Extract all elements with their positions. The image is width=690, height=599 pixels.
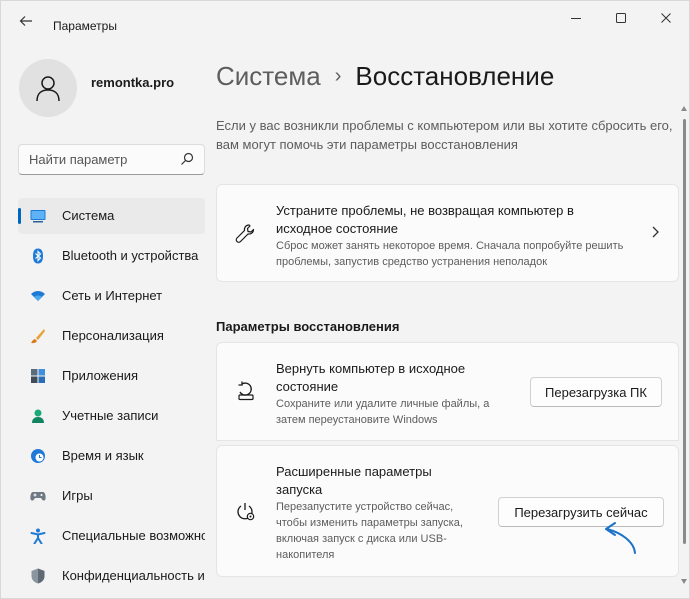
brush-icon xyxy=(31,329,45,344)
sidebar-item-label: Приложения xyxy=(62,368,139,383)
reset-pc-description: Сохраните или удалите личные файлы, а за… xyxy=(276,398,490,426)
avatar[interactable] xyxy=(19,59,77,117)
wrench-icon xyxy=(235,224,255,243)
troubleshoot-title: Устраните проблемы, не возвращая компьют… xyxy=(276,203,574,236)
search-icon[interactable] xyxy=(180,152,194,166)
settings-window: Параметры remontka.pro С xyxy=(0,0,690,599)
user-icon xyxy=(36,76,60,102)
power-settings-icon xyxy=(237,503,255,521)
breadcrumb: Система › Восстановление xyxy=(216,61,554,92)
sidebar-item-apps[interactable]: Приложения xyxy=(18,358,205,394)
advanced-startup-title: Расширенные параметры запуска xyxy=(276,464,432,497)
sidebar-item-label: Время и язык xyxy=(62,448,144,463)
reset-pc-card: Вернуть компьютер в исходное состояние С… xyxy=(216,342,679,441)
title-bar: Параметры xyxy=(1,1,689,41)
sidebar-item-label: Учетные записи xyxy=(62,408,159,423)
accounts-icon xyxy=(32,409,44,423)
accessibility-icon xyxy=(30,528,46,544)
advanced-startup-description: Перезапустите устройство сейчас, чтобы и… xyxy=(276,501,463,561)
sidebar-item-bluetooth[interactable]: Bluetooth и устройства xyxy=(18,238,205,274)
system-icon xyxy=(30,210,46,223)
intro-text: Если у вас возникли проблемы с компьютер… xyxy=(216,118,673,152)
app-title: Параметры xyxy=(53,19,117,33)
apps-icon xyxy=(31,369,45,383)
back-button[interactable] xyxy=(11,10,41,32)
sidebar-item-personalization[interactable]: Персонализация xyxy=(18,318,205,354)
chevron-right-icon xyxy=(652,226,659,238)
sidebar-item-label: Специальные возможности xyxy=(62,528,205,543)
sidebar-item-gaming[interactable]: Игры xyxy=(18,478,205,514)
back-arrow-icon xyxy=(19,16,32,26)
page-title: Восстановление xyxy=(355,61,555,91)
sidebar-item-label: Конфиденциальность и защита xyxy=(62,568,205,583)
minimize-icon xyxy=(571,18,581,19)
maximize-icon xyxy=(616,13,626,23)
close-icon xyxy=(661,13,671,23)
search-box[interactable] xyxy=(18,144,205,175)
sidebar-item-accessibility[interactable]: Специальные возможности xyxy=(18,518,205,554)
gamepad-icon xyxy=(30,492,46,501)
annotation-arrow-icon xyxy=(605,522,636,554)
sidebar-item-label: Bluetooth и устройства xyxy=(62,248,199,263)
bluetooth-icon xyxy=(33,248,43,264)
sidebar-item-network[interactable]: Сеть и Интернет xyxy=(18,278,205,314)
sidebar-item-privacy[interactable]: Конфиденциальность и защита xyxy=(18,558,205,594)
sidebar-item-label: Игры xyxy=(62,488,93,503)
close-button[interactable] xyxy=(644,7,688,29)
shield-icon xyxy=(31,568,45,584)
section-title: Параметры восстановления xyxy=(216,319,400,334)
maximize-button[interactable] xyxy=(599,7,643,29)
sidebar-item-label: Сеть и Интернет xyxy=(62,288,163,303)
breadcrumb-separator: › xyxy=(334,65,342,87)
active-indicator xyxy=(18,208,21,224)
sidebar-item-label: Система xyxy=(62,208,115,223)
search-input[interactable] xyxy=(29,152,179,167)
reset-pc-title: Вернуть компьютер в исходное состояние xyxy=(276,361,466,394)
scroll-down-icon[interactable] xyxy=(681,579,687,584)
sidebar-item-label: Персонализация xyxy=(62,328,164,343)
minimize-button[interactable] xyxy=(554,7,598,29)
scrollbar[interactable] xyxy=(683,119,686,544)
breadcrumb-parent[interactable]: Система xyxy=(216,61,321,91)
sidebar-item-time-language[interactable]: Время и язык xyxy=(18,438,205,474)
scroll-up-icon[interactable] xyxy=(681,106,687,111)
troubleshoot-description: Сброс может занять некоторое время. Снач… xyxy=(276,240,624,268)
reset-pc-button[interactable]: Перезагрузка ПК xyxy=(530,377,662,407)
wifi-icon xyxy=(31,291,45,301)
sidebar-item-system[interactable]: Система xyxy=(18,198,205,234)
sidebar-item-accounts[interactable]: Учетные записи xyxy=(18,398,205,434)
account-name: remontka.pro xyxy=(91,75,175,90)
clock-globe-icon xyxy=(31,449,45,463)
troubleshoot-card[interactable]: Устраните проблемы, не возвращая компьют… xyxy=(216,184,679,282)
reset-pc-icon xyxy=(238,381,254,401)
